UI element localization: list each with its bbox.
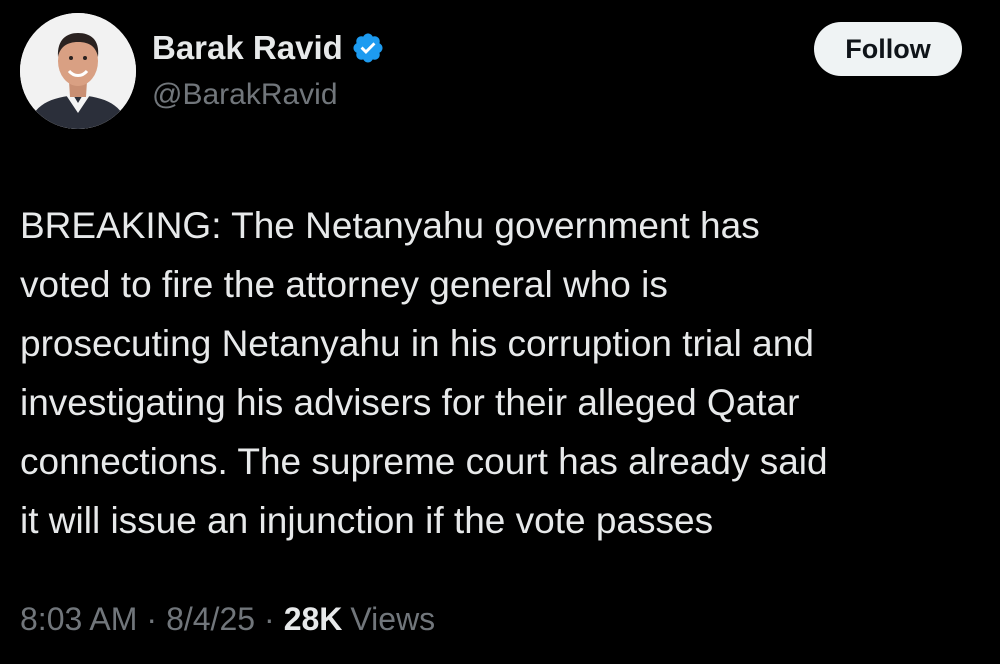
tweet-text-line: voted to fire the attorney general who i… [20, 264, 668, 305]
meta-separator: · [146, 601, 158, 637]
author-name-row: Barak Ravid [152, 26, 385, 70]
meta-separator: · [264, 601, 275, 637]
follow-button[interactable]: Follow [814, 22, 962, 76]
tweet-meta: 8:03 AM · 8/4/25 · 28K Views [20, 601, 435, 638]
tweet-text-line: BREAKING: The Netanyahu government has [20, 205, 760, 246]
avatar-photo-icon [20, 13, 136, 129]
tweet-card: Barak Ravid @BarakRavid Follow BREAKING:… [0, 0, 1000, 664]
tweet-body: BREAKING: The Netanyahu government has v… [20, 196, 988, 550]
tweet-text-line: it will issue an injunction if the vote … [20, 500, 714, 541]
author-display-name[interactable]: Barak Ravid [152, 29, 343, 67]
views-count: 28K [283, 601, 343, 637]
tweet-text-line: prosecuting Netanyahu in his corruption … [20, 323, 814, 364]
tweet-text-line: investigating his advisers for their all… [20, 382, 800, 423]
tweet-time[interactable]: 8:03 AM [20, 601, 137, 638]
tweet-text-line: connections. The supreme court has alrea… [20, 441, 828, 482]
verified-badge-icon[interactable] [351, 31, 385, 65]
tweet-date[interactable]: 8/4/25 [166, 601, 255, 638]
author-handle[interactable]: @BarakRavid [152, 78, 338, 112]
avatar[interactable] [20, 13, 136, 129]
views-label: Views [350, 601, 436, 637]
